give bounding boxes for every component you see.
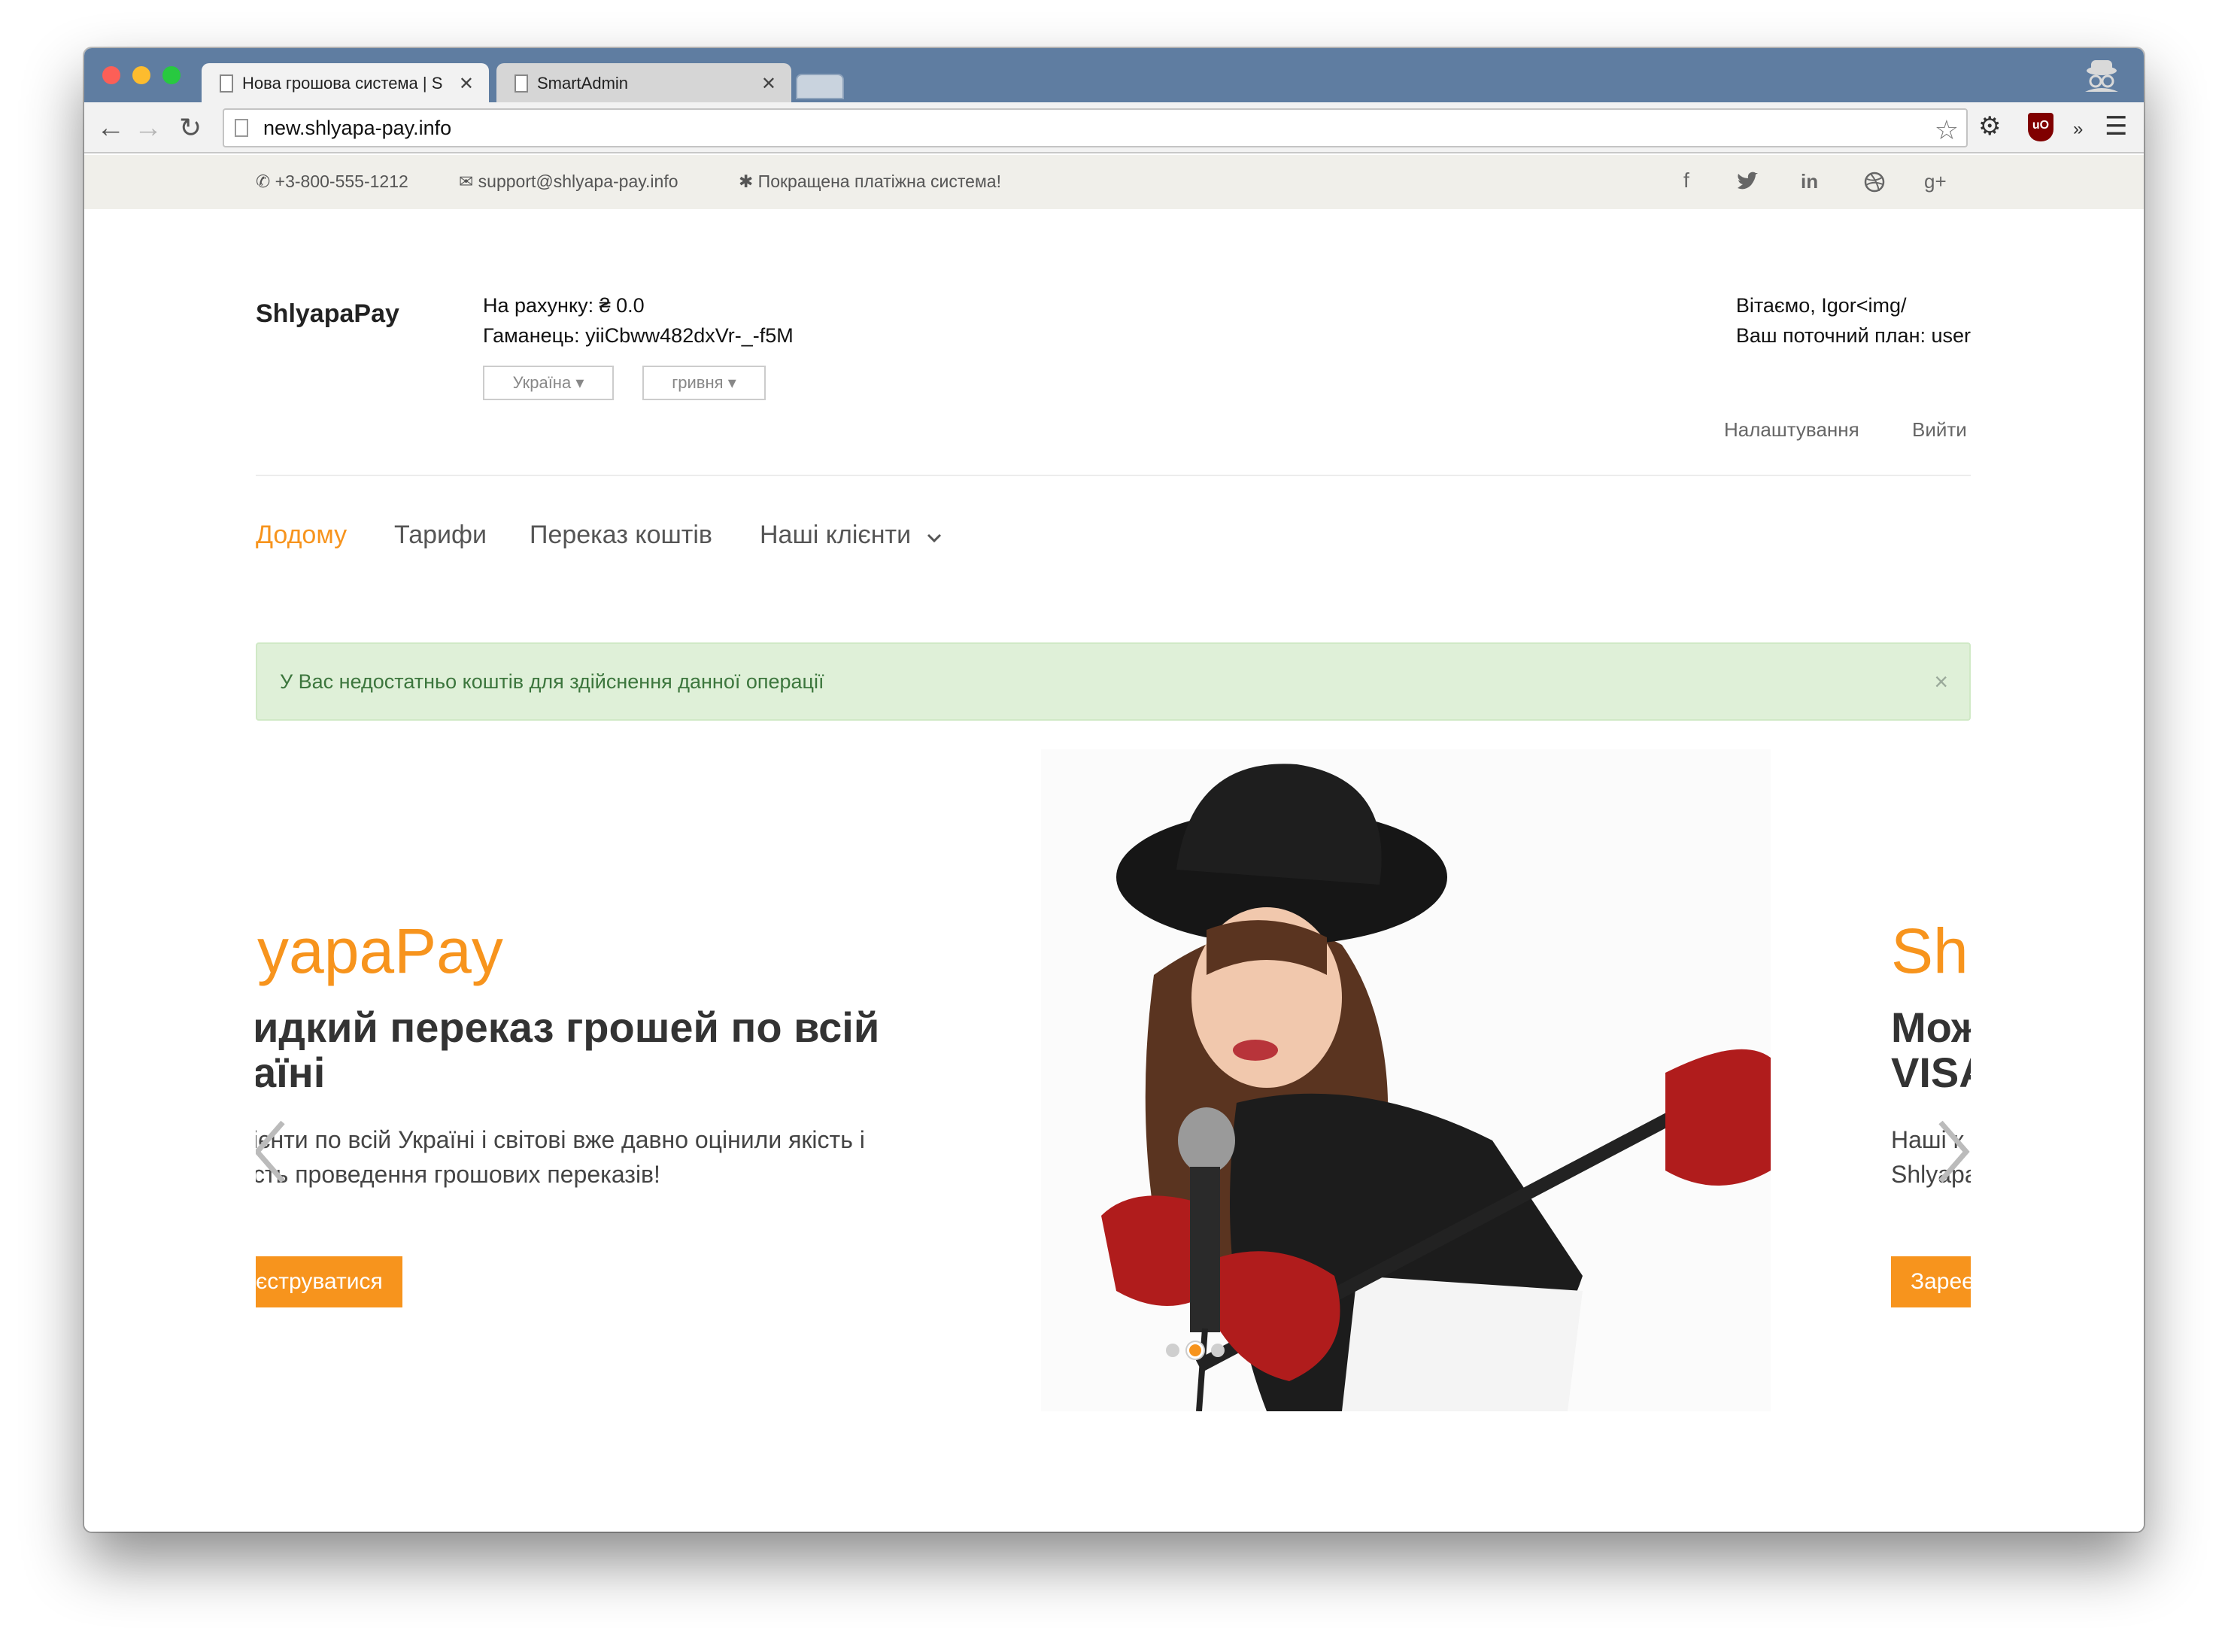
web-page: ✆ +3-800-555-1212 ✉ support@shlyapa-pay.… xyxy=(84,155,2144,1532)
address-bar[interactable]: new.shlyapa-pay.info ☆ xyxy=(223,108,1968,147)
slide-right-heading-1: Мож xyxy=(1891,1004,1971,1051)
nav-clients-label: Наші клієнти xyxy=(760,521,912,549)
zoom-window-button[interactable] xyxy=(162,66,181,84)
tagline: ✱ Покращена платіжна система! xyxy=(739,172,1001,192)
slide-left-title: yapaPay xyxy=(257,916,503,986)
close-window-button[interactable] xyxy=(102,66,120,84)
nav-transfer[interactable]: Переказ коштів xyxy=(530,521,712,550)
singer-photo xyxy=(1041,749,1774,1411)
contact-topbar: ✆ +3-800-555-1212 ✉ support@shlyapa-pay.… xyxy=(84,155,2144,209)
carousel-dot-2[interactable] xyxy=(1187,1342,1204,1359)
slide-right-heading-2: VISA xyxy=(1891,1049,1971,1096)
menu-icon[interactable]: ☰ xyxy=(2105,111,2127,141)
slide-right-register-button[interactable]: Зарее xyxy=(1891,1256,1971,1307)
carousel-dot-1[interactable] xyxy=(1166,1344,1179,1357)
carousel-dot-3[interactable] xyxy=(1211,1344,1225,1357)
page-icon xyxy=(235,119,248,137)
dribbble-icon[interactable] xyxy=(1864,172,1885,193)
incognito-profile-icon[interactable] xyxy=(2081,57,2123,93)
tab-strip: Нова грошова система | S ✕ SmartAdmin ✕ xyxy=(84,48,2144,104)
email-text: support@shlyapa-pay.info xyxy=(478,172,678,191)
settings-link[interactable]: Налаштування xyxy=(1724,418,1859,442)
alert-message: У Вас недостатньо коштів для здійснення … xyxy=(280,670,824,693)
nav-tariffs[interactable]: Тарифи xyxy=(394,521,487,550)
greeting-text: Вітаємо, Igor<img/ xyxy=(1735,294,1907,317)
country-label: Україна xyxy=(512,373,572,392)
currency-dropdown[interactable]: гривня ▾ xyxy=(642,366,766,400)
forward-arrow-icon[interactable]: → xyxy=(134,113,162,143)
logout-link[interactable]: Вийти xyxy=(1912,418,1967,442)
page-icon xyxy=(220,74,233,93)
caret-down-icon: ▾ xyxy=(727,373,736,392)
chevron-down-icon xyxy=(927,533,941,543)
envelope-icon: ✉ xyxy=(459,172,474,191)
asterisk-icon: ✱ xyxy=(739,172,754,191)
minimize-window-button[interactable] xyxy=(132,66,150,84)
wallet-id: Гаманець: yiiCbww482dxVr-_-f5M xyxy=(483,324,794,347)
slide-left-heading-1: идкий переказ грошей по всій xyxy=(256,1004,880,1051)
twitter-icon[interactable] xyxy=(1736,172,1759,193)
slide-left-register-button[interactable]: єструватися xyxy=(256,1256,402,1307)
page-icon xyxy=(515,74,528,93)
balance: На рахунку: ₴ 0.0 xyxy=(483,294,645,317)
email-contact[interactable]: ✉ support@shlyapa-pay.info xyxy=(459,172,678,192)
brand-logo[interactable]: ShlyapaPay xyxy=(256,299,399,329)
new-tab-button[interactable] xyxy=(796,74,844,99)
reload-icon[interactable]: ↻ xyxy=(179,113,202,143)
nav-clients[interactable]: Наші клієнти xyxy=(760,521,942,550)
tab-nova-hroshova[interactable]: Нова грошова система | S ✕ xyxy=(202,63,489,104)
singer-illustration xyxy=(1041,749,1774,1411)
tagline-text: Покращена платіжна система! xyxy=(757,172,1001,191)
hero-carousel: yapaPay идкий переказ грошей по всій аїн… xyxy=(256,749,1971,1411)
google-plus-icon[interactable]: g+ xyxy=(1924,170,1947,193)
nav-home[interactable]: Додому xyxy=(256,521,347,550)
browser-toolbar: ← → ↻ new.shlyapa-pay.info ☆ ⚙ uO » ☰ xyxy=(84,102,2144,153)
insufficient-funds-alert: У Вас недостатньо коштів для здійснення … xyxy=(256,642,1971,721)
url-text: new.shlyapa-pay.info xyxy=(263,116,452,139)
currency-label: гривня xyxy=(672,373,724,392)
slide-left-text-1: ієнти по всій Україні і світові вже давн… xyxy=(256,1126,865,1153)
slide-left-heading-2: аїні xyxy=(256,1049,326,1096)
bookmark-star-icon[interactable]: ☆ xyxy=(1935,114,1959,146)
facebook-icon[interactable]: f xyxy=(1683,169,1689,193)
tab-close-icon[interactable]: ✕ xyxy=(761,73,776,95)
tab-smartadmin[interactable]: SmartAdmin ✕ xyxy=(496,63,791,104)
user-greeting: Вітаємо, Igor<img/ Ваш поточний план: us… xyxy=(1736,290,1971,351)
carousel-prev-icon[interactable] xyxy=(256,1118,290,1186)
extensions-overflow-icon[interactable]: » xyxy=(2073,114,2083,144)
tab-title: SmartAdmin xyxy=(537,74,629,93)
back-arrow-icon[interactable]: ← xyxy=(96,113,125,143)
gear-icon[interactable]: ⚙ xyxy=(1978,111,2001,141)
alert-close-icon[interactable]: × xyxy=(1934,644,1948,719)
country-dropdown[interactable]: Україна ▾ xyxy=(483,366,614,400)
phone-contact[interactable]: ✆ +3-800-555-1212 xyxy=(256,172,408,192)
linkedin-icon[interactable]: in xyxy=(1801,170,1818,193)
header-divider xyxy=(256,475,1971,476)
carousel-next-icon[interactable] xyxy=(1933,1118,1971,1186)
ublock-icon[interactable]: uO xyxy=(2028,113,2053,141)
account-info: На рахунку: ₴ 0.0 Гаманець: yiiCbww482dx… xyxy=(483,290,794,351)
phone-text: +3-800-555-1212 xyxy=(275,172,408,191)
slide-right-title: Shl xyxy=(1891,916,1971,986)
tab-title: Нова грошова система | S xyxy=(242,74,443,93)
browser-window: Нова грошова система | S ✕ SmartAdmin ✕ … xyxy=(84,48,2144,1532)
plan-text: Ваш поточний план: user xyxy=(1735,324,1971,347)
tab-close-icon[interactable]: ✕ xyxy=(459,73,474,95)
phone-icon: ✆ xyxy=(256,172,271,191)
slide-left-text-2: сть проведення грошових переказів! xyxy=(256,1161,660,1188)
caret-down-icon: ▾ xyxy=(575,373,584,392)
